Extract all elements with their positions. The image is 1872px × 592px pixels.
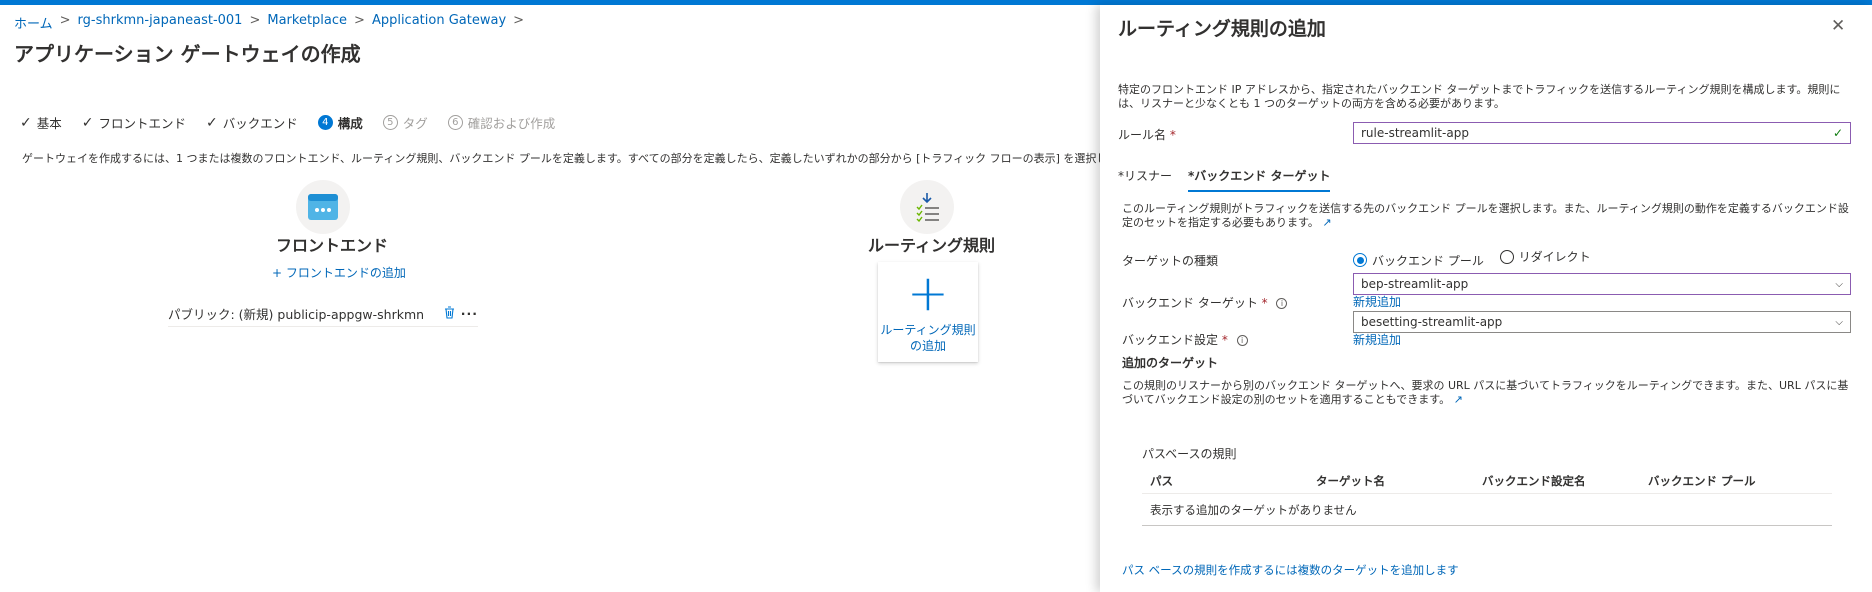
checkmark-icon: ✓ (206, 114, 218, 131)
step-label: タグ (402, 116, 428, 131)
plus-icon: + (907, 264, 949, 322)
empty-table-message: 表示する追加のターゲットがありません (1142, 494, 1832, 526)
page-title: アプリケーション ゲートウェイの作成 (14, 42, 361, 66)
step-tags[interactable]: 5 タグ (382, 113, 428, 132)
panel-title: ルーティング規則の追加 (1118, 18, 1326, 40)
trash-icon[interactable] (444, 305, 455, 322)
add-backend-settings-link[interactable]: 新規追加 (1353, 331, 1401, 348)
additional-targets-title: 追加のターゲット (1122, 356, 1219, 370)
step-label: 基本 (36, 116, 62, 131)
tab-backend-targets[interactable]: *バックエンド ターゲット (1188, 167, 1331, 192)
frontend-icon (296, 180, 350, 234)
checkmark-icon: ✓ (81, 114, 94, 131)
breadcrumb-app-gateway[interactable]: Application Gateway (372, 13, 506, 32)
path-rules-title: パスベースの規則 (1142, 447, 1237, 461)
frontend-item-label: パブリック: (新規) publicip-appgw-shrkmn (168, 307, 425, 322)
info-icon[interactable]: i (1276, 298, 1288, 309)
target-type-radios: バックエンド プール リダイレクト (1353, 248, 1603, 269)
path-rules-table: パス ターゲット名 バックエンド設定名 バックエンド プール 表示する追加のター… (1142, 468, 1832, 526)
chevron-right-icon: > (249, 13, 261, 28)
breadcrumb: ホーム > rg-shrkmn-japaneast-001 > Marketpl… (14, 13, 531, 32)
chevron-right-icon: > (354, 13, 365, 28)
add-backend-target-link[interactable]: 新規追加 (1353, 293, 1401, 310)
path-rule-info-link[interactable]: パス ベースの規則を作成するには複数のターゲットを追加します (1122, 562, 1459, 578)
radio-backend-pool[interactable]: バックエンド プール (1353, 252, 1484, 269)
add-frontend-link[interactable]: + フロントエンドの追加 (272, 264, 406, 281)
rule-name-input[interactable]: rule-streamlit-app ✓ (1353, 122, 1851, 144)
external-link-icon[interactable]: ↗ (1454, 393, 1463, 406)
step-configuration[interactable]: 4 構成 (317, 113, 363, 132)
additional-targets-description: この規則のリスナーから別のバックエンド ターゲットへ、要求の URL パスに基づ… (1122, 379, 1849, 406)
step-number: 6 (447, 115, 463, 130)
column-header[interactable]: ターゲット名 (1308, 473, 1474, 489)
backend-settings-label: バックエンド設定 * i (1122, 331, 1248, 348)
chevron-down-icon: ⌵ (1835, 316, 1843, 328)
more-options-icon[interactable]: ··· (461, 306, 478, 321)
backend-target-select[interactable]: bep-streamlit-app ⌵ (1353, 273, 1851, 295)
backend-target-description: このルーティング規則がトラフィックを送信する先のバックエンド プールを選択します… (1122, 202, 1849, 229)
breadcrumb-home[interactable]: ホーム (14, 13, 53, 32)
radio-redirect[interactable]: リダイレクト (1499, 248, 1591, 265)
add-routing-rule-card[interactable]: + ルーティング規則 の追加 (878, 262, 978, 362)
routing-rules-icon (900, 180, 954, 234)
step-label: 確認および作成 (467, 116, 556, 131)
tab-listener[interactable]: *リスナー (1118, 167, 1172, 192)
add-routing-rule-label: ルーティング規則 の追加 (880, 323, 976, 353)
wizard-steps: ✓ 基本 ✓ フロントエンド ✓ バックエンド 4 構成 5 タグ 6 確認およ… (20, 113, 555, 132)
step-label: バックエンド (222, 116, 298, 131)
frontend-title: フロントエンド (276, 236, 389, 255)
external-link-icon[interactable]: ↗ (1322, 216, 1331, 229)
chevron-right-icon: > (513, 13, 525, 28)
step-review-create[interactable]: 6 確認および作成 (447, 113, 556, 132)
step-number: 4 (317, 115, 333, 130)
routing-rules-title: ルーティング規則 (868, 236, 996, 255)
step-basics[interactable]: ✓ 基本 (20, 113, 62, 132)
step-number: 5 (382, 115, 398, 130)
column-header[interactable]: バックエンド設定名 (1474, 473, 1640, 489)
add-routing-rule-panel: ルーティング規則の追加 ✕ 特定のフロントエンド IP アドレスから、指定された… (1100, 5, 1872, 592)
breadcrumb-marketplace[interactable]: Marketplace (267, 13, 347, 32)
close-icon[interactable]: ✕ (1831, 16, 1845, 36)
checkmark-icon: ✓ (1832, 126, 1843, 140)
frontend-list-item: パブリック: (新規) publicip-appgw-shrkmn ··· (168, 301, 478, 327)
step-backend[interactable]: ✓ バックエンド (206, 113, 298, 132)
step-frontend[interactable]: ✓ フロントエンド (82, 113, 186, 132)
rule-name-label: ルール名 * (1118, 128, 1176, 142)
radio-dot (1353, 253, 1367, 267)
step-label: フロントエンド (98, 116, 186, 131)
panel-description: 特定のフロントエンド IP アドレスから、指定されたバックエンド ターゲットまで… (1118, 83, 1841, 110)
breadcrumb-resource-group[interactable]: rg-shrkmn-japaneast-001 (78, 13, 243, 32)
more-options-button[interactable]: … (322, 40, 339, 59)
configuration-description: ゲートウェイを作成するには、1 つまたは複数のフロントエンド、ルーティング規則、… (22, 152, 1102, 165)
table-header: パス ターゲット名 バックエンド設定名 バックエンド プール (1142, 468, 1832, 494)
chevron-right-icon: > (59, 13, 71, 28)
radio-dot (1499, 249, 1514, 264)
column-header[interactable]: パス (1142, 473, 1308, 489)
backend-target-label: バックエンド ターゲット * i (1122, 294, 1288, 311)
info-icon[interactable]: i (1236, 335, 1248, 346)
target-type-label: ターゲットの種類 (1122, 254, 1219, 268)
rule-tabs: *リスナー *バックエンド ターゲット (1118, 167, 1331, 192)
column-header[interactable]: バックエンド プール (1640, 473, 1806, 489)
checkmark-icon: ✓ (20, 114, 32, 131)
backend-settings-select[interactable]: besetting-streamlit-app ⌵ (1353, 311, 1851, 333)
step-label: 構成 (337, 116, 363, 131)
chevron-down-icon: ⌵ (1835, 278, 1843, 290)
